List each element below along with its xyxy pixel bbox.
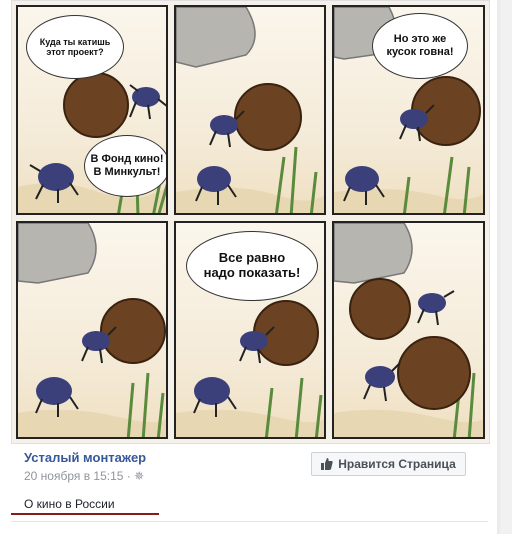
comic-panel-1: Куда ты катишь этот проект? В Фонд кино!… [16,5,168,215]
comic-panel-2 [174,5,326,215]
page-scrollbar[interactable] [500,0,512,534]
like-page-label: Нравится Страница [338,457,456,471]
post-card: Куда ты катишь этот проект? В Фонд кино!… [0,0,497,534]
post-date-text[interactable]: 20 ноября в 15:15 · [24,469,134,483]
speech-bubble-2: В Фонд кино! В Минкульт! [84,135,166,197]
comic-image[interactable]: Куда ты катишь этот проект? В Фонд кино!… [11,0,490,444]
panel-4-art [18,223,166,437]
speech-bubble-1: Куда ты катишь этот проект? [26,15,124,79]
comic-panel-6 [332,221,485,439]
post-divider [11,521,488,522]
panel-2-art [176,7,324,213]
speech-bubble-4: Все равно надо показать! [186,231,318,301]
comic-panel-5: Все равно надо показать! [174,221,326,439]
comic-panel-4 [16,221,168,439]
post-date[interactable]: 20 ноября в 15:15 · ✵ [24,469,144,483]
gear-icon: ✵ [134,469,145,483]
speech-bubble-3: Но это же кусок говна! [372,13,468,79]
post-caption: О кино в России [24,497,115,511]
like-page-button[interactable]: Нравится Страница [311,452,466,476]
comic-panel-3: Но это же кусок говна! [332,5,485,215]
thumbs-up-icon [321,458,333,470]
panel-6-art [334,223,483,437]
caption-underline [11,513,159,515]
post-author-link[interactable]: Усталый монтажер [24,450,146,465]
